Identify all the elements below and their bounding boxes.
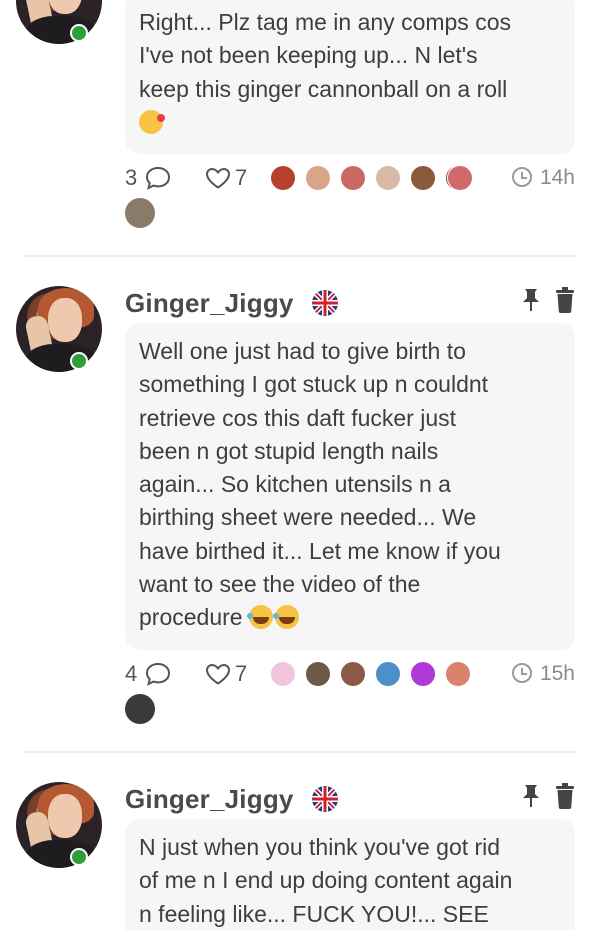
post-text-line: been n got stupid length nails: [139, 437, 439, 464]
liker-avatar[interactable]: [447, 165, 473, 191]
time-label: 15h: [539, 662, 575, 685]
post-time: 15h: [511, 659, 575, 689]
pin-icon[interactable]: [520, 287, 542, 313]
comment-count: 3: [125, 165, 138, 190]
post-body: N just when you think you've got rid of …: [125, 819, 575, 930]
heart-icon[interactable]: [205, 663, 231, 685]
post-time: 14h: [511, 163, 575, 193]
avatar[interactable]: [16, 782, 102, 868]
trash-icon[interactable]: [554, 287, 576, 313]
post-body: Right... Plz tag me in any comps cos I'v…: [125, 0, 575, 154]
liker-avatar[interactable]: [410, 165, 436, 191]
divider: [24, 751, 576, 753]
comment-icon[interactable]: [145, 166, 171, 190]
online-indicator: [70, 352, 88, 370]
username[interactable]: Ginger_Jiggy: [125, 288, 294, 319]
online-indicator: [70, 24, 88, 42]
time-label: 14h: [539, 166, 575, 189]
liker-avatar[interactable]: [445, 661, 471, 687]
post-text-line: n feeling like... FUCK YOU!... SEE: [139, 900, 489, 927]
avatar[interactable]: [16, 286, 102, 372]
uk-flag-icon: [312, 786, 338, 812]
post-meta: 4 7 15h: [125, 659, 575, 689]
heart-icon[interactable]: [205, 167, 231, 189]
post-text-line: Well one just had to give birth to: [139, 338, 466, 364]
kiss-emoji: [139, 109, 165, 134]
post-meta: 3 7 14h: [125, 163, 575, 193]
trash-icon[interactable]: [554, 783, 576, 809]
clock-icon: [511, 167, 532, 187]
post-text-line: of me n I end up doing content again: [139, 867, 513, 894]
liker-avatar[interactable]: [270, 165, 296, 191]
post-body: Well one just had to give birth to somet…: [125, 323, 575, 650]
liker-avatar[interactable]: [375, 661, 401, 687]
avatar[interactable]: [16, 0, 102, 44]
like-count: 7: [235, 165, 248, 190]
laughing-tears-emoji: [246, 605, 273, 630]
laughing-tears-emoji: [272, 605, 299, 630]
liker-avatar[interactable]: [270, 661, 296, 687]
liker-avatar[interactable]: [305, 165, 331, 191]
post-text-line: keep this ginger cannonball on a roll: [139, 75, 508, 102]
uk-flag-icon: [312, 290, 338, 316]
username[interactable]: Ginger_Jiggy: [125, 784, 294, 815]
online-indicator: [70, 848, 88, 866]
post-text-line: birthing sheet were needed... We: [139, 504, 477, 531]
liker-avatar[interactable]: [340, 165, 366, 191]
comment-icon[interactable]: [145, 662, 171, 686]
post-text-line: want to see the video of the: [139, 571, 421, 598]
liker-avatar[interactable]: [125, 694, 155, 724]
pin-icon[interactable]: [520, 783, 542, 809]
post-text-line: Right... Plz tag me in any comps cos: [139, 9, 511, 35]
liker-avatar[interactable]: [305, 661, 331, 687]
liker-avatar[interactable]: [125, 198, 155, 228]
like-count: 7: [235, 661, 248, 686]
clock-icon: [511, 663, 532, 683]
post-text-line: procedure: [139, 604, 243, 631]
comment-count: 4: [125, 661, 138, 686]
post-text-line: retrieve cos this daft fucker just: [139, 404, 457, 431]
post-text-line: again... So kitchen utensils n a: [139, 471, 451, 498]
post-text-line: I've not been keeping up... N let's: [139, 42, 478, 69]
liker-avatar[interactable]: [340, 661, 366, 687]
post-text-line: N just when you think you've got rid: [139, 834, 501, 860]
post-text-line: something I got stuck up n couldnt: [139, 371, 489, 398]
liker-avatar[interactable]: [410, 661, 436, 687]
post-text-line: have birthed it... Let me know if you: [139, 537, 501, 564]
divider: [24, 255, 576, 257]
liker-avatar[interactable]: [375, 165, 401, 191]
